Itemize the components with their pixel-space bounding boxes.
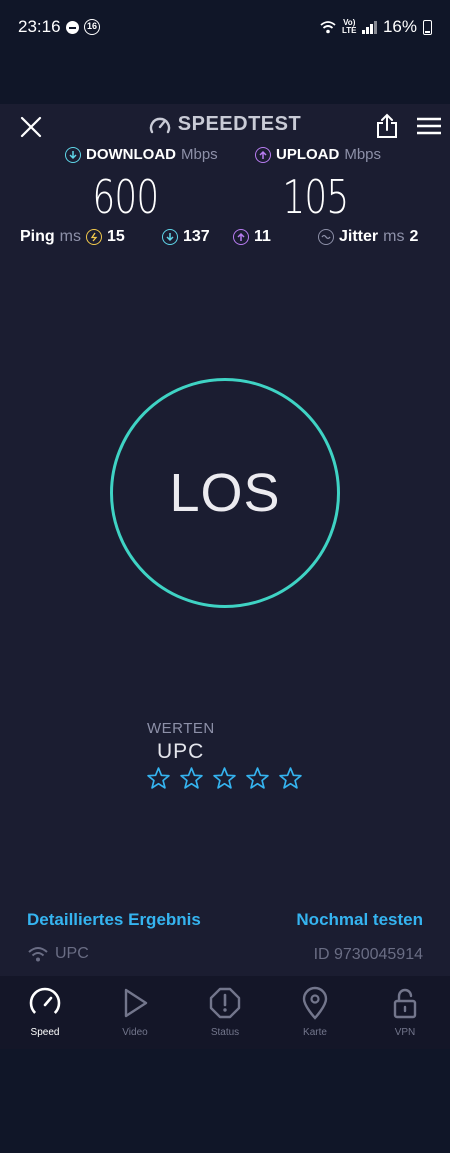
jitter-unit: ms	[383, 228, 405, 245]
star-icon[interactable]	[212, 766, 237, 791]
status-indicators: Vo) LTE 16%	[320, 17, 432, 37]
bottom-tab-bar: Speed Video Status Karte VPN	[0, 976, 450, 1049]
tab-map-label: Karte	[303, 1027, 327, 1038]
jitter-wave-icon	[318, 229, 334, 245]
upload-arrow-icon	[255, 146, 271, 163]
go-button[interactable]: LOS	[110, 378, 340, 608]
signal-icon	[362, 20, 377, 34]
network-info: UPC	[28, 945, 89, 963]
star-icon[interactable]	[146, 766, 171, 791]
wifi-icon	[320, 21, 336, 34]
star-icon[interactable]	[278, 766, 303, 791]
upload-latency-icon	[233, 229, 249, 245]
unlock-icon	[393, 988, 417, 1019]
status-time: 23:16	[18, 17, 61, 36]
volte-label: Vo) LTE	[341, 18, 357, 35]
tab-video-label: Video	[122, 1027, 148, 1038]
upload-unit: Mbps	[344, 146, 382, 163]
jitter-value: 2	[409, 228, 419, 245]
star-icon[interactable]	[179, 766, 204, 791]
tab-vpn-label: VPN	[394, 1027, 416, 1038]
ping-unit: ms	[59, 228, 81, 245]
battery-percent: 16%	[382, 17, 417, 36]
download-latency-stat: 137	[162, 228, 210, 246]
rating-provider: UPC	[157, 740, 205, 763]
speedometer-logo-icon	[149, 117, 170, 133]
tab-vpn[interactable]: VPN	[360, 976, 450, 1049]
idle-latency-icon	[86, 229, 102, 245]
ping-idle-value: 15	[107, 228, 125, 245]
star-icon[interactable]	[245, 766, 270, 791]
brand-title: SPEEDTEST	[177, 113, 302, 135]
download-arrow-icon	[65, 146, 81, 163]
play-icon	[124, 988, 148, 1018]
tab-video[interactable]: Video	[90, 976, 180, 1049]
hamburger-menu-icon[interactable]	[417, 117, 441, 135]
status-bar: 23:16 16 Vo) LTE 16%	[0, 0, 450, 104]
download-unit: Mbps	[181, 146, 218, 163]
battery-icon	[423, 19, 432, 35]
rating-heading: WERTEN	[147, 720, 215, 737]
share-icon[interactable]	[375, 113, 399, 139]
notification-badge: 16	[84, 19, 100, 35]
ping-stat: Ping ms 15	[20, 228, 125, 246]
alert-icon	[209, 987, 241, 1019]
tab-status-label: Status	[210, 1027, 240, 1038]
tab-map[interactable]: Karte	[270, 976, 360, 1049]
result-id: ID 9730045914	[313, 946, 423, 963]
go-button-label: LOS	[169, 463, 281, 523]
download-value: 600	[92, 170, 159, 224]
ping-download-value: 137	[183, 228, 210, 245]
detailed-result-link[interactable]: Detailliertes Ergebnis	[27, 910, 201, 930]
jitter-label: Jitter	[339, 228, 379, 245]
system-nav-area	[0, 1049, 450, 1153]
speedtest-app: SPEEDTEST DOWNLOAD Mbps 600 UPLOAD Mbps …	[0, 104, 450, 1049]
test-again-link[interactable]: Nochmal testen	[296, 910, 423, 930]
upload-label: UPLOAD	[276, 146, 340, 163]
upload-latency-stat: 11	[233, 228, 271, 246]
tab-status[interactable]: Status	[180, 976, 270, 1049]
wifi-icon	[28, 947, 48, 962]
rating-stars	[146, 766, 303, 791]
jitter-stat: Jitter ms 2	[318, 228, 418, 246]
download-header: DOWNLOAD Mbps	[65, 146, 218, 163]
tab-speed[interactable]: Speed	[0, 976, 90, 1049]
do-not-disturb-icon	[66, 21, 79, 34]
download-label: DOWNLOAD	[86, 146, 176, 163]
upload-header: UPLOAD Mbps	[255, 146, 381, 163]
download-latency-icon	[162, 229, 178, 245]
speedometer-icon	[29, 987, 61, 1019]
tab-speed-label: Speed	[30, 1027, 60, 1038]
ping-upload-value: 11	[254, 228, 271, 245]
map-pin-icon	[302, 986, 328, 1020]
ping-label: Ping	[20, 228, 55, 245]
upload-value: 105	[282, 170, 349, 224]
latency-stats: Ping ms 15 137 11 Jitter ms 2	[0, 228, 450, 250]
network-name: UPC	[55, 945, 89, 962]
